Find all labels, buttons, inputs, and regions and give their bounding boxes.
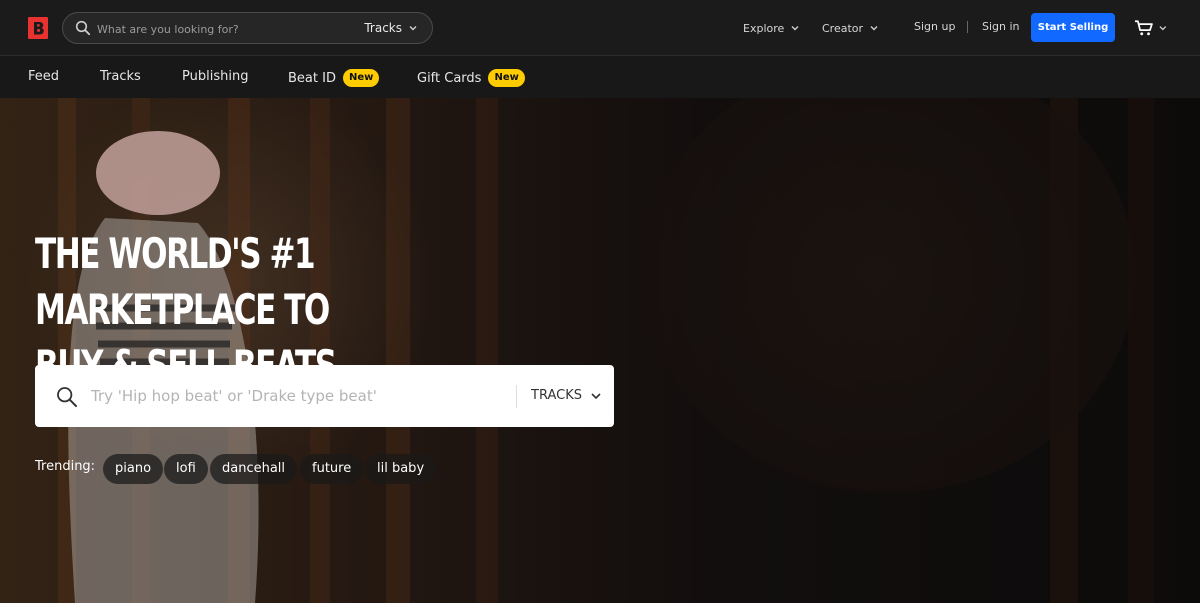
nav-tracks-label: Tracks <box>100 69 141 84</box>
trending-tag-lofi[interactable]: lofi <box>164 454 208 484</box>
trending-label: Trending: <box>35 459 96 474</box>
new-badge: New <box>488 69 525 87</box>
chevron-down-icon <box>791 26 799 31</box>
trending-tag-lil-baby[interactable]: lil baby <box>365 454 437 484</box>
hero-search-bar: TRACKS <box>35 365 614 427</box>
hero-search-input[interactable] <box>91 381 501 411</box>
header-search-input[interactable] <box>97 19 327 39</box>
nav-tracks[interactable]: Tracks <box>100 69 141 84</box>
nav-publishing-label: Publishing <box>182 69 249 84</box>
shopping-cart-icon <box>1134 20 1153 36</box>
sign-up-link[interactable]: Sign up <box>914 20 955 33</box>
nav-separator <box>967 21 968 33</box>
secondary-navigation: Feed Tracks Publishing Beat ID New Gift … <box>0 56 1200 98</box>
start-selling-button[interactable]: Start Selling <box>1031 13 1115 42</box>
top-navigation-bar: Tracks Explore Creator Sign up Sign in S… <box>0 0 1200 56</box>
search-divider <box>516 385 517 408</box>
new-badge: New <box>342 69 380 87</box>
header-search-type-label: Tracks <box>364 21 402 35</box>
sign-in-link[interactable]: Sign in <box>982 20 1020 33</box>
header-search-bar: Tracks <box>62 12 433 44</box>
search-icon <box>75 20 91 36</box>
chevron-down-icon <box>1159 26 1167 31</box>
chevron-down-icon <box>409 26 417 31</box>
creator-menu[interactable]: Creator <box>822 0 879 56</box>
trending-tag-piano[interactable]: piano <box>103 454 164 484</box>
trending-tag-dancehall[interactable]: dancehall <box>210 454 298 484</box>
hero-section: THE WORLD'S #1 MARKETPLACE TO BUY & SELL… <box>0 98 1200 603</box>
explore-label: Explore <box>743 21 785 35</box>
nav-feed-label: Feed <box>28 69 60 84</box>
hero-search-type-label: TRACKS <box>531 388 582 403</box>
trending-tag-future[interactable]: future <box>300 454 364 484</box>
nav-beat-id-label: Beat ID <box>288 70 336 86</box>
hero-title-line-1: THE WORLD'S #1 MARKETPLACE TO <box>35 229 330 334</box>
hero-search-type-select[interactable]: TRACKS <box>531 388 602 403</box>
beatstars-logo[interactable] <box>28 17 48 39</box>
nav-gift-cards-label: Gift Cards <box>417 70 482 86</box>
cart-button[interactable] <box>1134 18 1168 38</box>
nav-gift-cards[interactable]: Gift Cards New <box>417 69 525 87</box>
nav-beat-id[interactable]: Beat ID New <box>288 69 380 87</box>
chevron-down-icon <box>870 26 878 31</box>
header-search-type-select[interactable]: Tracks <box>364 21 418 35</box>
nav-publishing[interactable]: Publishing <box>182 69 248 84</box>
search-icon <box>57 387 77 407</box>
creator-label: Creator <box>822 21 864 35</box>
nav-feed[interactable]: Feed <box>28 69 59 84</box>
chevron-down-icon <box>591 392 601 399</box>
explore-menu[interactable]: Explore <box>743 0 800 56</box>
